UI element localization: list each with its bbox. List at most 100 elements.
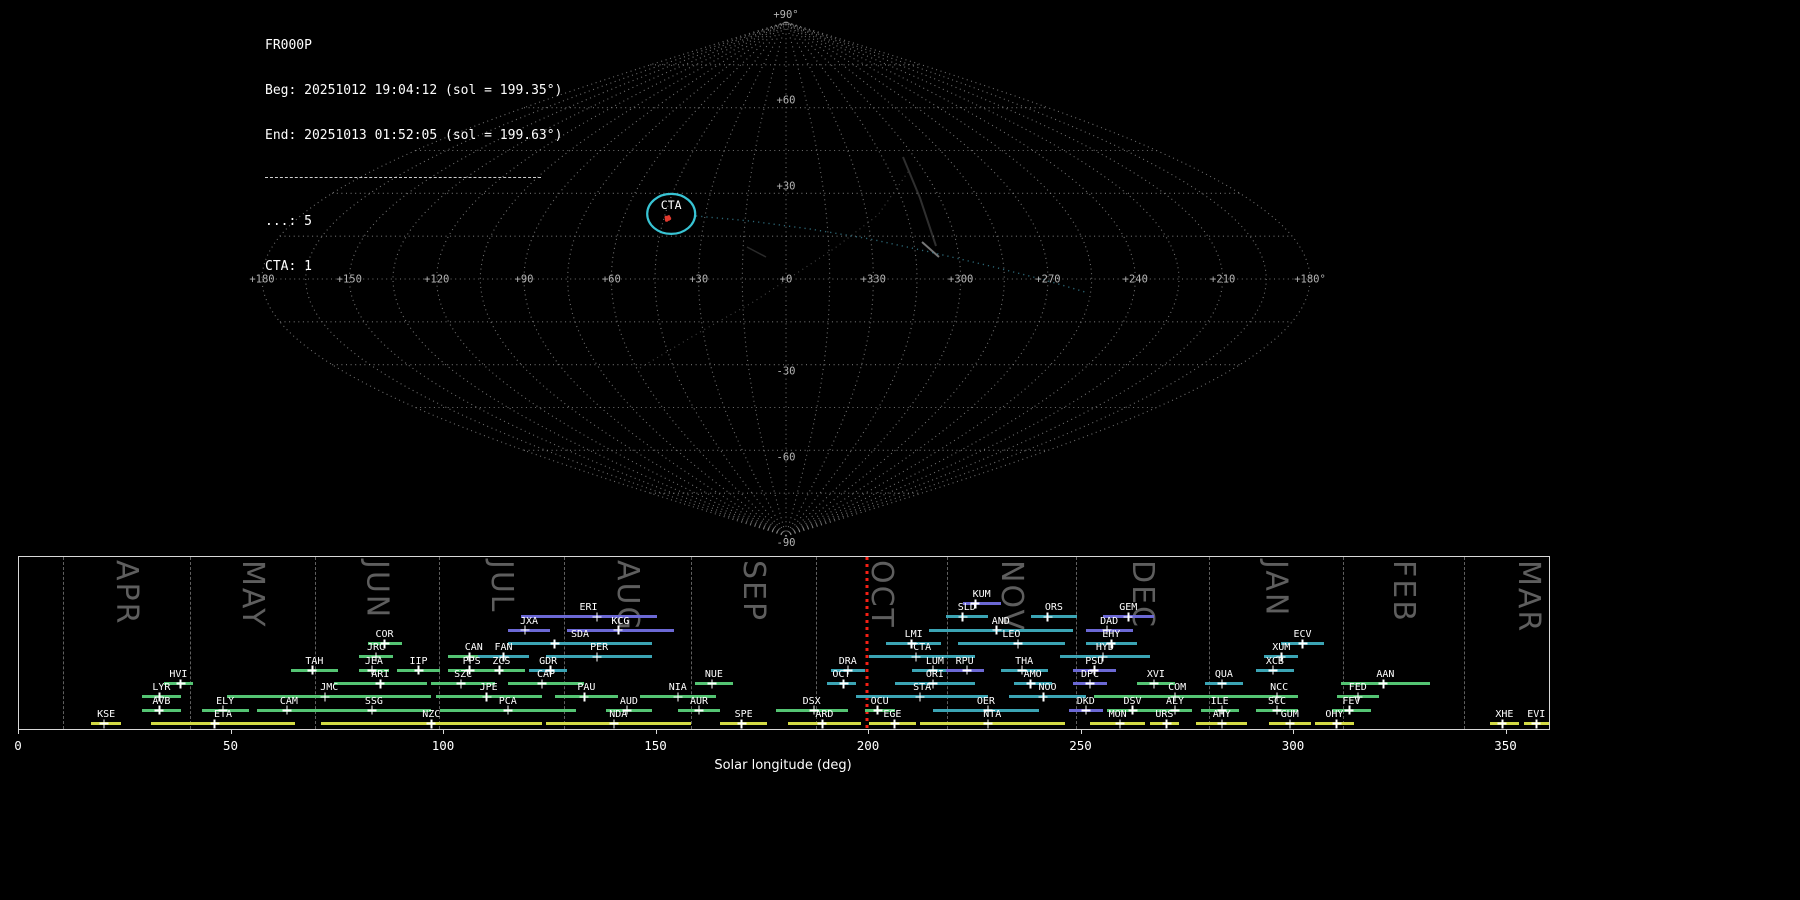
- shower-peak-marker: [1497, 719, 1507, 729]
- shower-peak-marker: [537, 679, 547, 689]
- shower-bar: [1030, 615, 1078, 619]
- month-label: OCT: [863, 560, 899, 629]
- radiant-activity-plot: { "header": { "station": "FR000P", "beg"…: [0, 0, 1800, 900]
- shower-peak-marker: [520, 625, 530, 635]
- x-tick: [18, 729, 19, 734]
- shower-peak-marker: [1128, 705, 1137, 715]
- shower-peak-marker: [1115, 719, 1125, 729]
- shower-peak-marker: [958, 612, 967, 622]
- x-tick-label: 0: [14, 738, 22, 753]
- lon-label: +300: [948, 274, 973, 286]
- skymap-svg: +180 +150 +120 +90 +60 +30 +0 +330 +300 +270 +240 +…: [249, 9, 1326, 549]
- lon-label: +240: [1123, 274, 1148, 286]
- shower-peak-marker: [1285, 719, 1295, 729]
- x-tick-label: 200: [856, 738, 880, 753]
- month-gridline: [63, 557, 65, 729]
- shower-peak-marker: [1378, 679, 1388, 689]
- end-time: End: 20251013 01:52:05 (sol = 199.63°): [265, 128, 563, 143]
- month-label: APR: [109, 560, 145, 626]
- shower-peak-marker: [456, 679, 466, 689]
- header-divider: [265, 177, 541, 178]
- month-label: FEB: [1386, 560, 1422, 623]
- shower-peak-marker: [503, 705, 513, 715]
- shower-peak-marker: [579, 692, 589, 702]
- x-tick-label: 100: [431, 738, 455, 753]
- x-tick: [655, 729, 657, 734]
- shower-peak-marker: [414, 665, 423, 675]
- month-label: MAR: [1511, 560, 1547, 634]
- shower-peak-marker: [1026, 679, 1035, 689]
- meteor-streak: [746, 246, 767, 258]
- shower-bar: [150, 722, 296, 726]
- shower-peak-marker: [375, 679, 385, 689]
- x-tick-label: 350: [1494, 738, 1517, 753]
- lon-label: +180°: [1294, 274, 1326, 286]
- shower-bar: [958, 642, 1065, 646]
- grid-meridian: [654, 21, 787, 537]
- shower-peak-marker: [1162, 719, 1171, 729]
- x-tick-label: 150: [644, 738, 667, 753]
- shower-peak-marker: [1298, 639, 1307, 649]
- lat-label: +30: [777, 180, 796, 192]
- month-label: MAY: [234, 560, 270, 629]
- shower-peak-marker: [694, 705, 704, 715]
- x-tick: [1293, 729, 1294, 734]
- shower-peak-marker: [707, 679, 717, 689]
- shower-peak-marker: [911, 652, 921, 662]
- lon-label: +30: [689, 274, 708, 286]
- shower-peak-marker: [154, 705, 164, 715]
- shower-peak-marker: [609, 719, 619, 729]
- month-gridline: [946, 557, 948, 729]
- shower-peak-marker: [1217, 719, 1227, 729]
- shower-peak-marker: [1268, 665, 1278, 675]
- x-tick: [1080, 729, 1082, 734]
- radiant-dot: [664, 215, 668, 219]
- shower-peak-marker: [1013, 639, 1023, 649]
- meteor-streak: [902, 156, 937, 247]
- shower-peak-marker: [367, 705, 377, 715]
- lon-label: +60: [602, 274, 621, 286]
- shower-peak-marker: [962, 665, 972, 675]
- shower-peak-marker: [320, 692, 330, 702]
- shower-peak-marker: [307, 665, 317, 675]
- shower-peak-marker: [592, 652, 602, 662]
- month-gridline: [1464, 557, 1465, 729]
- month-gridline: [189, 557, 191, 729]
- shower-peak-marker: [1123, 612, 1133, 622]
- shower-peak-marker: [1217, 679, 1227, 689]
- shower-label: SDA: [570, 629, 590, 641]
- count-cta: CTA: 1: [265, 259, 312, 274]
- shower-bar: [507, 642, 653, 646]
- shower-peak-marker: [494, 665, 504, 675]
- shower-peak-marker: [839, 679, 848, 689]
- current-sol-line: [865, 557, 869, 729]
- month-label: JUL: [483, 560, 519, 614]
- shower-peak-marker: [1038, 692, 1048, 702]
- shower-peak-marker: [873, 705, 882, 715]
- x-tick: [1505, 729, 1507, 734]
- grid-meridian: [523, 21, 787, 537]
- month-label: SEP: [736, 560, 772, 623]
- month-gridline: [438, 557, 440, 729]
- x-tick-label: 300: [1281, 738, 1305, 753]
- lon-label: +330: [861, 274, 886, 286]
- timeline-plot: APR MAY JUN JUL AUG SEP OCT NOV DEC JAN FEB MAR KUM E…: [18, 556, 1550, 730]
- shower-peak-marker: [99, 719, 109, 729]
- count-total: ...: 5: [265, 214, 312, 229]
- x-tick: [230, 729, 232, 734]
- shower-peak-marker: [210, 719, 219, 729]
- lat-label: +60: [777, 95, 796, 107]
- shower-peak-marker: [1531, 719, 1541, 729]
- shower-peak-marker: [1085, 679, 1095, 689]
- month-label: JAN: [1258, 560, 1294, 618]
- shower-peak-marker: [282, 705, 292, 715]
- x-tick-label: 50: [222, 738, 239, 753]
- shower-peak-marker: [1332, 719, 1341, 729]
- shower-bar: [520, 615, 657, 619]
- shower-peak-marker: [426, 719, 436, 729]
- station-id: FR000P: [265, 38, 312, 53]
- shower-peak-marker: [176, 679, 185, 689]
- radiant-label: CTA: [661, 198, 682, 212]
- lon-label: +0: [780, 274, 793, 286]
- shower-peak-marker: [613, 625, 623, 635]
